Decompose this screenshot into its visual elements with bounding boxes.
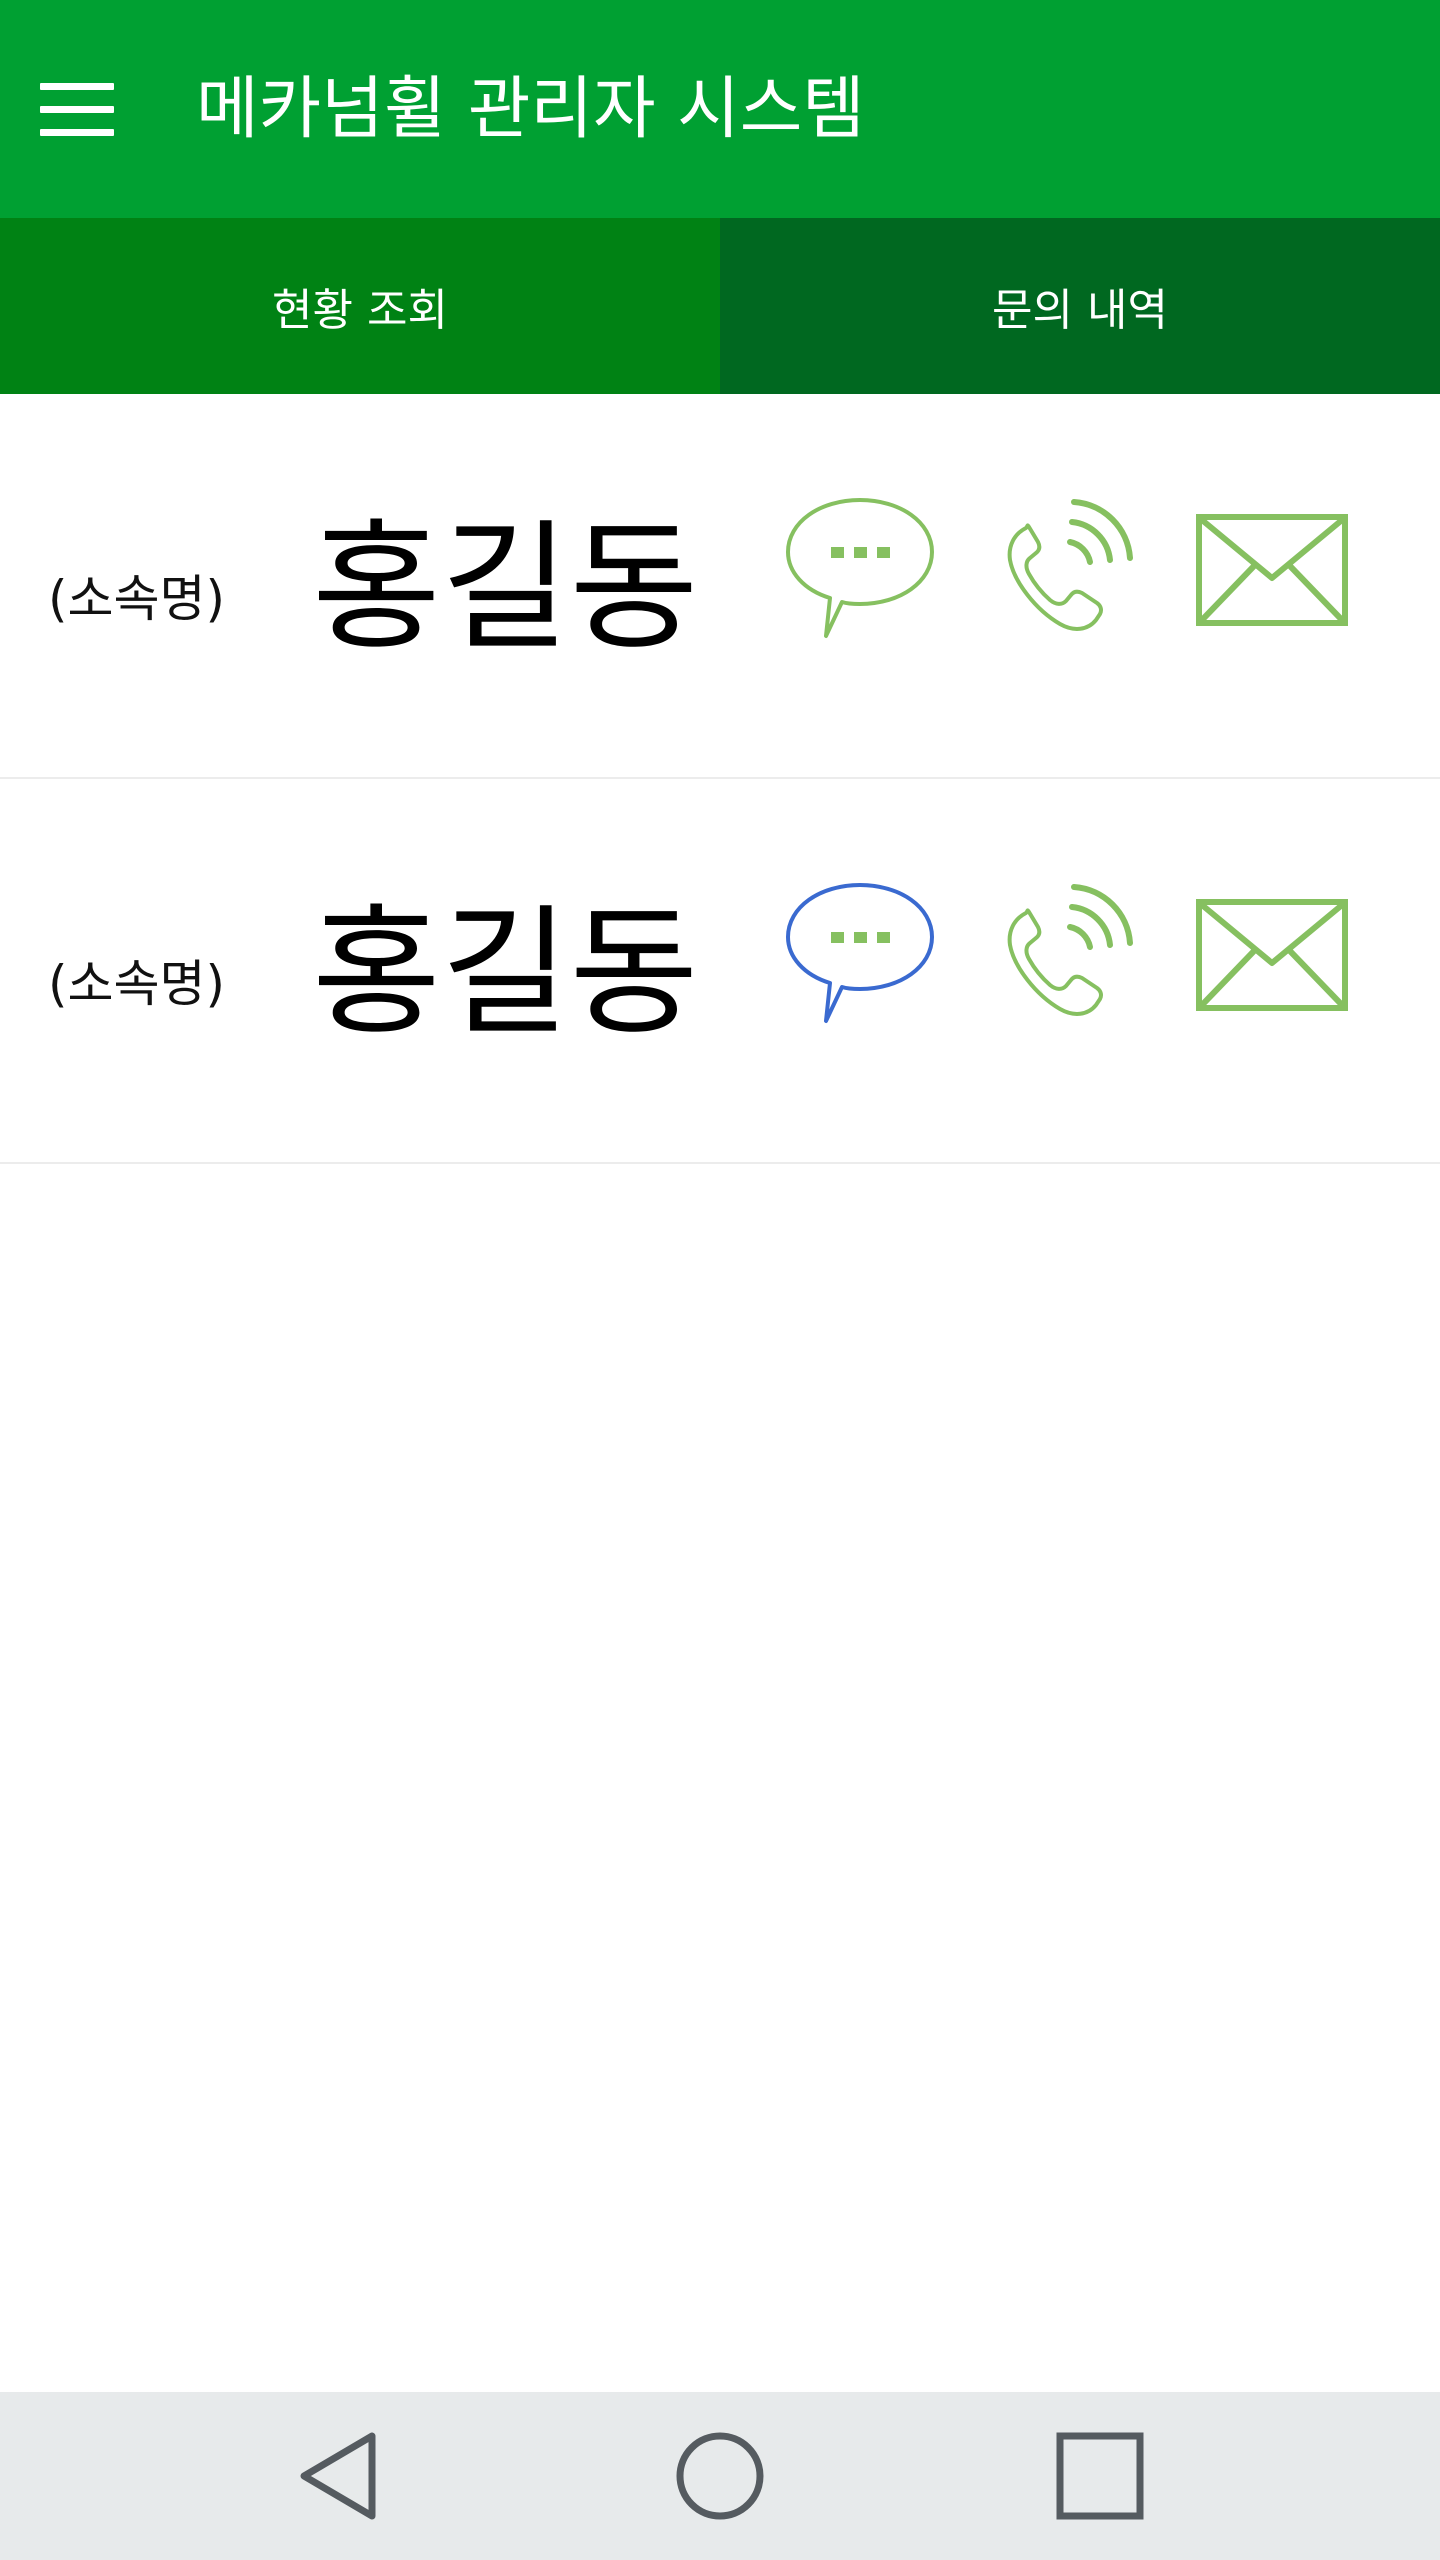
- mail-icon[interactable]: [1196, 514, 1348, 626]
- mail-icon[interactable]: [1196, 899, 1348, 1011]
- system-nav-bar: [0, 2392, 1440, 2560]
- chat-bubble-icon[interactable]: [780, 494, 940, 644]
- tab-inquiry-history[interactable]: 문의 내역: [720, 218, 1440, 394]
- menu-bar-line: [40, 105, 114, 113]
- app-screen: 메카넘휠 관리자 시스템 현황 조회 문의 내역 (소속명) 홍길동 (소속명)…: [0, 0, 1440, 2560]
- affiliation-label: (소속명): [48, 570, 226, 628]
- phone-icon[interactable]: [996, 494, 1142, 640]
- contact-name: 홍길동: [312, 507, 699, 670]
- tab-bar: 현황 조회 문의 내역: [0, 218, 1440, 394]
- phone-icon[interactable]: [996, 879, 1142, 1025]
- app-bar: 메카넘휠 관리자 시스템: [0, 0, 1440, 218]
- tab-status-view[interactable]: 현황 조회: [0, 218, 720, 394]
- home-circle-icon[interactable]: [670, 2426, 770, 2526]
- chat-bubble-icon[interactable]: [780, 879, 940, 1029]
- menu-bar-line: [40, 82, 114, 90]
- hamburger-menu-icon[interactable]: [40, 64, 140, 154]
- list-item: (소속명) 홍길동: [0, 394, 1440, 779]
- contact-name: 홍길동: [312, 892, 699, 1055]
- back-triangle-icon[interactable]: [290, 2426, 390, 2526]
- contact-list: (소속명) 홍길동 (소속명) 홍길동: [0, 394, 1440, 1164]
- menu-bar-line: [40, 128, 114, 136]
- recent-apps-square-icon[interactable]: [1050, 2426, 1150, 2526]
- list-item: (소속명) 홍길동: [0, 779, 1440, 1164]
- app-title: 메카넘휠 관리자 시스템: [196, 70, 865, 149]
- affiliation-label: (소속명): [48, 955, 226, 1013]
